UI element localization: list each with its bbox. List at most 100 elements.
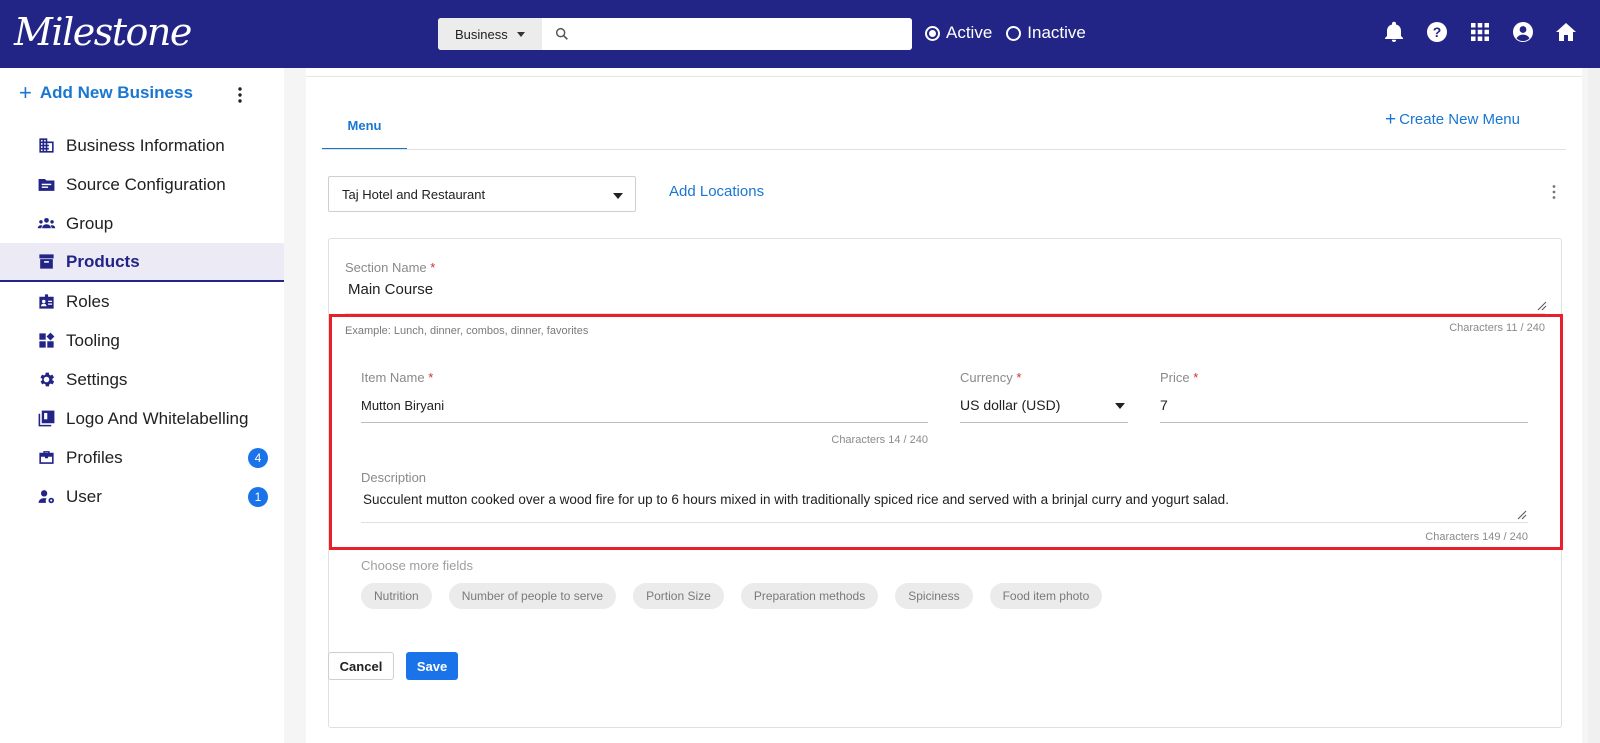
more-vertical-icon[interactable] [1551,184,1557,200]
chip-food-item-photo[interactable]: Food item photo [989,583,1103,609]
account-circle-icon[interactable] [1511,20,1535,44]
save-button[interactable]: Save [406,652,458,680]
chip-nutrition[interactable]: Nutrition [361,583,432,609]
sidebar-item-group[interactable]: Group [0,204,284,243]
radio-unchecked-icon [1006,25,1022,41]
briefcase-icon [39,451,54,464]
required-asterisk: * [1193,370,1199,385]
required-asterisk: * [428,370,434,385]
main-content: Menu + Create New Menu Taj Hotel and Res… [306,68,1582,743]
search-bar: Business [438,18,912,50]
apps-grid-icon[interactable] [1468,20,1492,44]
page-scrollbar[interactable] [1588,68,1600,743]
price-underline [1160,422,1528,423]
status-radio-group: Active Inactive [925,23,1100,43]
description-textarea[interactable]: Succulent mutton cooked over a wood fire… [363,492,1523,507]
more-fields-chips: Nutrition Number of people to serve Port… [361,583,1103,609]
sidebar-item-products[interactable]: Products [0,243,284,282]
search-input[interactable] [570,18,912,50]
sidebar-item-label: Group [66,213,114,233]
radio-inactive-label: Inactive [1027,23,1086,42]
sidebar-item-roles[interactable]: Roles [0,282,284,321]
sidebar-item-business-information[interactable]: Business Information [0,126,284,165]
sidebar-item-source-configuration[interactable]: Source Configuration [0,165,284,204]
currency-underline [960,422,1128,423]
description-char-count: Characters 149 / 240 [1425,531,1528,543]
sidebar-item-label: Roles [66,291,110,311]
section-name-input[interactable]: Main Course [348,281,433,298]
id-badge-icon [39,294,54,309]
required-asterisk: * [1016,370,1022,385]
sidebar-item-label: Logo And Whitelabelling [66,408,249,428]
chip-preparation-methods[interactable]: Preparation methods [740,583,879,609]
item-name-underline [361,422,928,423]
add-new-business-label: Add New Business [39,83,193,102]
item-name-label: Item Name * [361,370,433,385]
search-category-dropdown[interactable]: Business [438,18,542,50]
required-asterisk: * [430,260,436,275]
sidebar-item-settings[interactable]: Settings [0,360,284,399]
radio-active[interactable]: Active [925,23,992,43]
sidebar-item-label: Profiles [66,447,123,467]
library-books-icon [38,410,55,427]
location-select-value: Taj Hotel and Restaurant [342,186,486,202]
price-label: Price * [1160,370,1198,385]
folder-icon [38,178,55,191]
create-new-menu-button[interactable]: + Create New Menu [1385,110,1520,129]
search-icon [555,27,568,40]
item-name-label-text: Item Name [361,370,425,385]
chip-portion-size[interactable]: Portion Size [633,583,724,609]
help-icon[interactable]: ? [1425,20,1449,44]
group-icon [37,217,56,229]
choose-more-fields-label: Choose more fields [361,558,473,573]
description-label: Description [361,470,427,485]
item-name-input[interactable]: Mutton Biryani [361,398,444,413]
section-name-label-text: Section Name [345,260,427,275]
sidebar: + Add New Business Business Information … [0,68,284,743]
sidebar-item-label: Business Information [66,135,225,155]
divider [322,149,1566,150]
home-icon[interactable] [1554,20,1578,44]
profiles-count-badge: 4 [248,447,268,468]
add-locations-link[interactable]: Add Locations [669,183,764,200]
currency-label-text: Currency [960,370,1013,385]
sidebar-item-profiles[interactable]: Profiles 4 [0,438,284,477]
sidebar-item-tooling[interactable]: Tooling [0,321,284,360]
more-vertical-icon[interactable] [236,86,244,104]
chip-number-of-people[interactable]: Number of people to serve [448,583,617,609]
resize-handle-icon[interactable] [1517,510,1527,520]
sidebar-item-label: Products [66,251,140,271]
chevron-down-icon [613,193,623,199]
location-select[interactable]: Taj Hotel and Restaurant [328,176,636,212]
plus-icon: + [19,80,32,105]
add-new-business-button[interactable]: + Add New Business [19,82,193,104]
price-input[interactable]: 7 [1160,397,1168,413]
sidebar-item-label: Settings [66,369,128,389]
app-logo[interactable]: Milestone [14,10,192,54]
sidebar-item-label: User [66,486,102,506]
archive-box-icon [39,254,54,269]
bell-icon[interactable] [1382,20,1406,44]
user-count-badge: 1 [248,486,268,507]
sidebar-item-logo-and-whitelabelling[interactable]: Logo And Whitelabelling [0,399,284,438]
chevron-down-icon [1115,403,1125,409]
top-app-bar: Milestone Business Active Inactive ? [0,0,1600,68]
svg-text:?: ? [1433,24,1442,40]
tab-menu[interactable]: Menu [322,118,407,150]
currency-select[interactable]: US dollar (USD) [960,397,1060,413]
gear-icon [40,372,55,387]
chip-spiciness[interactable]: Spiciness [895,583,973,609]
sidebar-item-label: Tooling [66,330,120,350]
currency-label: Currency * [960,370,1021,385]
radio-checked-icon [925,25,940,41]
radio-inactive[interactable]: Inactive [1006,23,1086,43]
top-bar-actions: ? [1382,20,1578,44]
plus-icon: + [1385,109,1397,130]
sidebar-item-user[interactable]: User 1 [0,477,284,516]
cancel-button[interactable]: Cancel [328,652,394,680]
search-category-label: Business [455,26,508,42]
section-name-label: Section Name * [345,260,435,275]
resize-handle-icon[interactable] [1537,301,1547,311]
sidebar-nav: Business Information Source Configuratio… [0,126,284,516]
dashboard-tiles-icon [39,332,55,348]
